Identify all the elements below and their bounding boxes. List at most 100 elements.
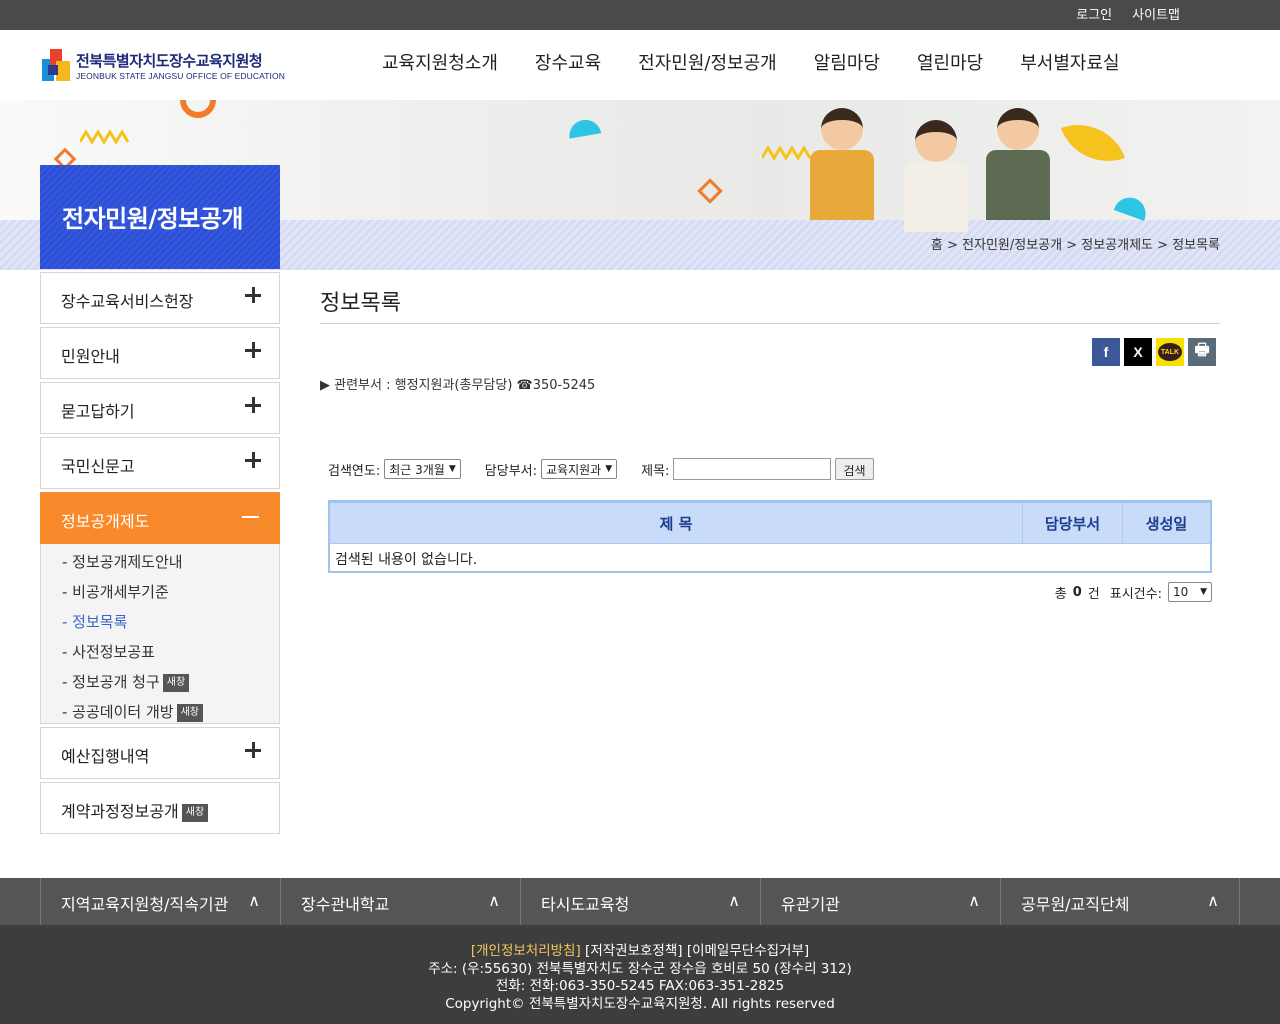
minus-icon <box>242 516 259 518</box>
dept-label: 담당부서: <box>484 463 538 479</box>
chevron-up-icon: ∧ <box>968 891 980 910</box>
lnb-item-service-charter[interactable]: 장수교육서비스헌장 <box>40 272 280 324</box>
section-title-box: 전자민원/정보공개 <box>40 165 280 269</box>
lnb-submenu: - 정보공개제도안내 - 비공개세부기준 - 정보목록 - 사전정보공표 - 정… <box>40 544 280 724</box>
logo-title: 전북특별자치도장수교육지원청 <box>76 52 263 70</box>
dept-select[interactable]: 교육지원과 ▼ <box>541 459 618 479</box>
sub-item-label: - 공공데이터 개방 <box>62 703 174 721</box>
result-summary: 총 0 건 표시건수: 10 ▼ <box>1055 582 1212 602</box>
sitemap-link[interactable]: 사이트맵 <box>1132 4 1180 23</box>
plus-icon <box>245 397 261 413</box>
plus-icon <box>245 342 261 358</box>
gnb-item-education[interactable]: 장수교육 <box>535 49 601 75</box>
x-icon[interactable]: X <box>1124 338 1152 366</box>
left-navigation: 장수교육서비스헌장 민원안내 묻고답하기 국민신문고 정보공개제도 - 정보공개… <box>40 272 280 837</box>
privacy-policy-link[interactable]: [개인정보처리방침] <box>471 943 581 959</box>
facebook-icon[interactable]: f <box>1092 338 1120 366</box>
new-window-badge: 새창 <box>162 673 190 692</box>
footer-link-local-schools[interactable]: 장수관내학교 ∧ <box>280 878 520 925</box>
kakaotalk-icon[interactable]: TALK <box>1156 338 1184 366</box>
site-logo[interactable]: 전북특별자치도장수교육지원청 JEONBUK STATE JANGSU OFFI… <box>42 49 285 81</box>
chevron-up-icon: ∧ <box>488 891 500 910</box>
plus-icon <box>245 287 261 303</box>
footer-address: 주소: (우:55630) 전북특별자치도 장수군 장수읍 호비로 50 (장수… <box>428 960 852 977</box>
year-select[interactable]: 최근 3개월 ▼ <box>384 459 461 479</box>
title-label: 제목: <box>641 463 670 479</box>
lnb-item-label: 장수교육서비스헌장 <box>61 292 194 311</box>
print-icon[interactable]: 🖶 <box>1188 338 1216 366</box>
new-window-badge: 새창 <box>181 803 209 822</box>
year-label: 검색연도: <box>328 463 381 479</box>
total-suffix: 건 <box>1087 586 1100 602</box>
lnb-item-epeople[interactable]: 국민신문고 <box>40 437 280 489</box>
total-prefix: 총 <box>1054 586 1067 602</box>
page-title: 정보목록 <box>320 291 401 316</box>
sub-item-disclosure-guide[interactable]: - 정보공개제도안내 <box>41 547 279 577</box>
search-button[interactable]: 검색 <box>835 458 874 480</box>
lnb-item-label: 국민신문고 <box>61 457 135 476</box>
col-title[interactable]: 제 목 <box>330 503 1022 543</box>
sub-item-info-list[interactable]: - 정보목록 <box>41 607 279 637</box>
footer-link-regional-offices[interactable]: 지역교육지원청/직속기관 ∧ <box>40 878 280 925</box>
diamond-decoration-2 <box>697 178 723 204</box>
per-page-label: 표시건수: <box>1109 586 1162 602</box>
search-form: 검색연도: 최근 3개월 ▼ 담당부서: 교육지원과 ▼ 제목: 검색 <box>328 458 874 480</box>
chevron-down-icon: ▼ <box>605 464 613 474</box>
gnb-item-open[interactable]: 열린마당 <box>917 49 983 75</box>
chevron-up-icon: ∧ <box>728 891 740 910</box>
footer-copyright: Copyright© 전북특별자치도장수교육지원청. All rights re… <box>445 995 835 1012</box>
lnb-item-label: 예산집행내역 <box>61 747 150 766</box>
chevron-down-icon: ▼ <box>448 464 456 474</box>
footer-link-bar: 지역교육지원청/직속기관 ∧ 장수관내학교 ∧ 타시도교육청 ∧ 유관기관 ∧ 공무원/… <box>0 878 1280 925</box>
table-header: 제 목 담당부서 생성일 <box>330 503 1210 543</box>
lnb-item-label: 민원안내 <box>61 347 120 366</box>
sub-item-open-data[interactable]: - 공공데이터 개방 새창 <box>41 697 279 727</box>
related-department: ▶ 관련부서 : 행정지원과(총무담당) ☎350-5245 <box>320 378 596 393</box>
chevron-up-icon: ∧ <box>248 891 260 910</box>
share-buttons: f X TALK 🖶 <box>1092 338 1216 366</box>
lnb-item-qna[interactable]: 묻고답하기 <box>40 382 280 434</box>
chevron-down-icon: ▼ <box>1200 587 1207 597</box>
sub-item-disclosure-request[interactable]: - 정보공개 청구 새창 <box>41 667 279 697</box>
header: 전북특별자치도장수교육지원청 JEONBUK STATE JANGSU OFFI… <box>0 30 1280 100</box>
title-search-input[interactable] <box>673 458 832 480</box>
per-page-select[interactable]: 10 ▼ <box>1168 582 1212 602</box>
login-link[interactable]: 로그인 <box>1076 4 1112 23</box>
empty-row: 검색된 내용이 없습니다. <box>330 543 1210 571</box>
copyright-policy-link[interactable]: [저작권보호정책] <box>585 943 682 959</box>
lnb-item-contract-info[interactable]: 계약과정정보공개 새창 <box>40 782 280 834</box>
lnb-item-label: 정보공개제도 <box>61 512 150 531</box>
lnb-item-label: 계약과정정보공개 새창 <box>61 798 209 822</box>
plus-icon <box>245 742 261 758</box>
gnb-item-intro[interactable]: 교육지원청소개 <box>382 49 498 75</box>
gnb-item-civil-info[interactable]: 전자민원/정보공개 <box>638 49 777 75</box>
footer-link-other-offices[interactable]: 타시도교육청 ∧ <box>520 878 760 925</box>
plus-icon <box>245 452 261 468</box>
col-date[interactable]: 생성일 <box>1122 503 1210 543</box>
footer-link-unions[interactable]: 공무원/교직단체 ∧ <box>1000 878 1240 925</box>
top-utility-bar: 로그인 사이트맵 <box>0 0 1280 30</box>
total-count: 0 <box>1072 584 1082 600</box>
footer-link-related-orgs[interactable]: 유관기관 ∧ <box>760 878 1000 925</box>
new-window-badge: 새창 <box>176 703 203 722</box>
breadcrumb[interactable]: 홈 > 전자민원/정보공개 > 정보공개제도 > 정보목록 <box>931 234 1220 253</box>
title-divider <box>320 323 1220 324</box>
main-navigation: 교육지원청소개 장수교육 전자민원/정보공개 알림마당 열린마당 부서별자료실 <box>382 49 1157 75</box>
cyan-semicircle-decoration-2 <box>1113 193 1151 221</box>
gnb-item-dept-data[interactable]: 부서별자료실 <box>1020 49 1119 75</box>
lnb-item-budget[interactable]: 예산집행내역 <box>40 727 280 779</box>
email-policy-link[interactable]: [이메일무단수집거부] <box>687 943 809 959</box>
footer-phone: 전화: 전화:063-350-5245 FAX:063-351-2825 <box>495 978 785 994</box>
sub-item-nondisclosure-criteria[interactable]: - 비공개세부기준 <box>41 577 279 607</box>
col-department[interactable]: 담당부서 <box>1022 503 1122 543</box>
lnb-item-civil-guide[interactable]: 민원안내 <box>40 327 280 379</box>
sub-item-prior-disclosure[interactable]: - 사전정보공표 <box>41 637 279 667</box>
lnb-item-info-disclosure[interactable]: 정보공개제도 <box>40 492 280 544</box>
cyan-semicircle-decoration <box>566 117 602 139</box>
chevron-up-icon: ∧ <box>1207 891 1219 910</box>
orange-circle-decoration <box>180 100 216 118</box>
gnb-item-notice[interactable]: 알림마당 <box>814 49 880 75</box>
info-list-table: 제 목 담당부서 생성일 검색된 내용이 없습니다. <box>328 500 1212 573</box>
logo-subtitle: JEONBUK STATE JANGSU OFFICE OF EDUCATION <box>76 70 285 81</box>
logo-mark-icon <box>42 49 70 81</box>
